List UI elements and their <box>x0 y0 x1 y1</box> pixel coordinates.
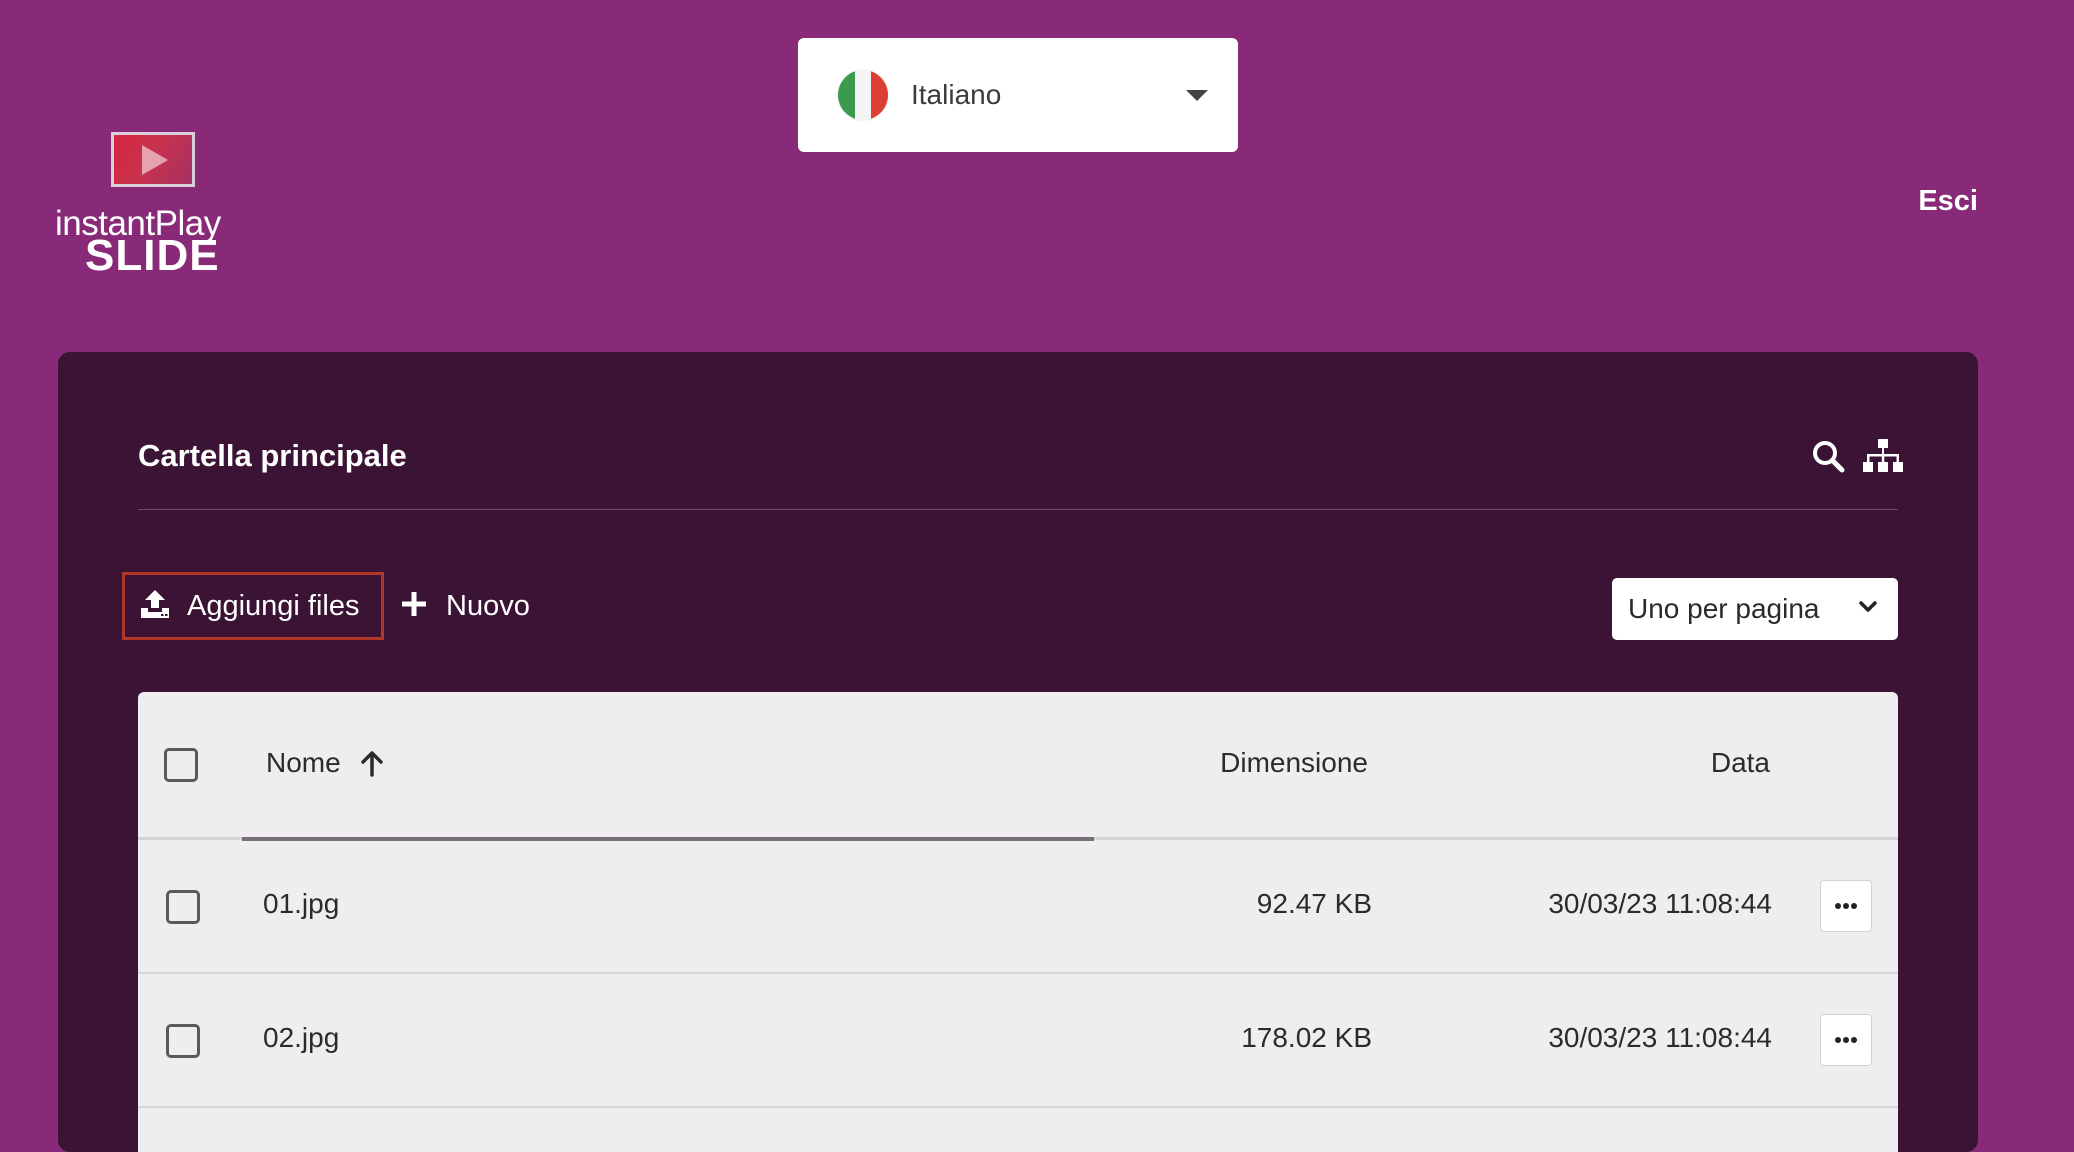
divider <box>138 509 1898 510</box>
more-icon <box>1834 1031 1858 1049</box>
upload-icon <box>139 588 171 625</box>
file-size: 92.47 KB <box>1256 888 1372 919</box>
page-title: Cartella principale <box>138 438 407 473</box>
table-header: Nome Dimensione Data <box>138 692 1898 841</box>
column-header-name[interactable]: Nome <box>266 747 385 779</box>
row-checkbox[interactable] <box>166 890 200 924</box>
file-table: Nome Dimensione Data 01.jpg 92.47 KB 30/… <box>138 692 1898 1152</box>
row-actions-button[interactable] <box>1820 880 1872 932</box>
file-date: 30/03/23 11:08:44 <box>1548 1022 1772 1053</box>
file-name[interactable]: 01.jpg <box>263 888 339 920</box>
more-icon <box>1834 897 1858 915</box>
search-icon[interactable] <box>1810 438 1846 474</box>
arrow-up-icon <box>359 749 385 777</box>
sitemap-icon[interactable] <box>1862 438 1904 474</box>
plus-icon <box>400 590 428 623</box>
file-manager-panel: Cartella principale Aggiungi files Nuovo… <box>58 352 1978 1152</box>
view-mode-value: Uno per pagina <box>1628 593 1820 624</box>
new-button[interactable]: Nuovo <box>400 572 530 640</box>
row-checkbox[interactable] <box>166 1024 200 1058</box>
table-row[interactable]: 01.jpg 92.47 KB 30/03/23 11:08:44 <box>138 840 1898 974</box>
file-name[interactable]: 02.jpg <box>263 1022 339 1054</box>
language-label: Italiano <box>911 79 1002 110</box>
view-mode-select[interactable]: Uno per pagina <box>1612 578 1898 640</box>
logo-play-icon <box>111 132 195 187</box>
column-header-size[interactable]: Dimensione <box>1220 747 1368 779</box>
panel-icons <box>1810 438 1904 474</box>
caret-down-icon <box>1186 89 1208 101</box>
new-label: Nuovo <box>446 589 530 622</box>
file-date: 30/03/23 11:08:44 <box>1548 888 1772 919</box>
exit-link[interactable]: Esci <box>1918 185 1978 218</box>
select-all-checkbox[interactable] <box>164 748 198 782</box>
file-size: 178.02 KB <box>1241 1022 1372 1053</box>
logo: instantPlay SLIDE <box>55 132 255 282</box>
italian-flag-icon <box>838 70 888 120</box>
column-header-date[interactable]: Data <box>1711 747 1770 779</box>
chevron-down-icon <box>1858 600 1878 619</box>
row-actions-button[interactable] <box>1820 1014 1872 1066</box>
add-files-label: Aggiungi files <box>187 589 360 622</box>
table-row[interactable]: 02.jpg 178.02 KB 30/03/23 11:08:44 <box>138 974 1898 1108</box>
add-files-button[interactable]: Aggiungi files <box>122 572 384 640</box>
logo-text-bottom: SLIDE <box>85 231 220 280</box>
language-select[interactable]: Italiano <box>798 38 1238 152</box>
